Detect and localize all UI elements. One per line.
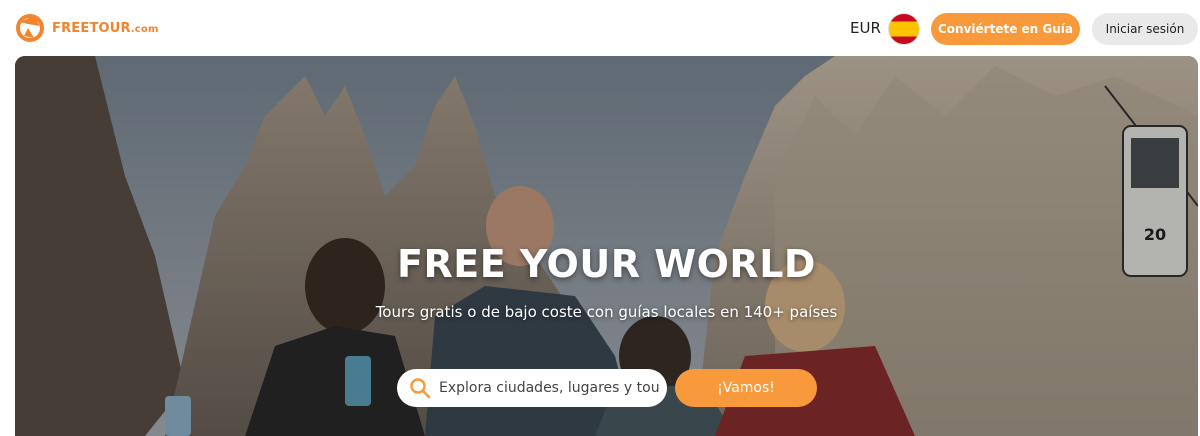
spain-flag-icon[interactable]	[888, 13, 920, 45]
become-guide-button[interactable]: Conviértete en Guía	[931, 13, 1080, 45]
search-input[interactable]	[439, 380, 659, 396]
hero-subtitle: Tours gratis o de bajo coste con guías l…	[375, 303, 838, 321]
search-bar[interactable]	[397, 369, 667, 407]
logo-text: FREETOUR.com	[52, 20, 159, 36]
currency-selector[interactable]: EUR	[850, 19, 881, 37]
freetour-logo[interactable]: FREETOUR.com	[14, 12, 159, 44]
login-button[interactable]: Iniciar sesión	[1092, 13, 1198, 45]
site-header: FREETOUR.com EUR Conviértete en Guía Ini…	[0, 0, 1200, 56]
search-submit-button[interactable]: ¡Vamos!	[675, 369, 817, 407]
hero-banner: 20 FREE YOUR WORLD Tours gratis o de baj…	[15, 56, 1198, 436]
search-icon	[410, 378, 431, 399]
freetour-logo-icon	[16, 14, 44, 42]
hero-title: FREE YOUR WORLD	[397, 242, 816, 286]
